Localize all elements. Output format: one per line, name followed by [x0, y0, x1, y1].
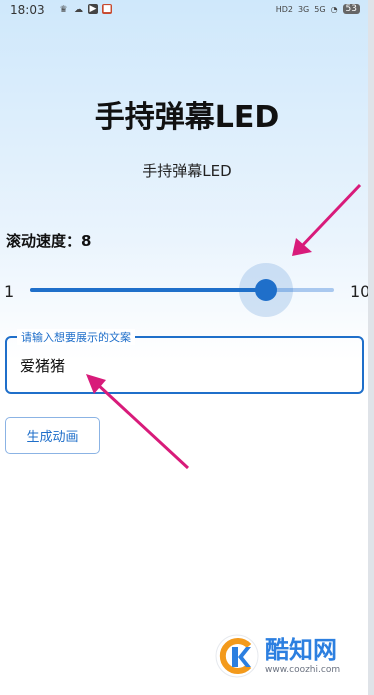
annotation-arrow-input	[86, 374, 190, 470]
screen-edge	[368, 0, 374, 695]
coozhi-logo-icon	[215, 634, 259, 678]
annotation-arrows	[86, 183, 362, 470]
watermark-name: 酷知网	[265, 636, 337, 664]
app-screen: 18:03 ♛ ☁ ▶ ■ HD2 3G 5G ◔ 53 手持弹幕LED 手持弹…	[0, 0, 370, 695]
watermark: 酷知网 www.coozhi.com	[215, 634, 340, 678]
annotation-arrow-slider	[292, 183, 362, 256]
watermark-url: www.coozhi.com	[265, 665, 341, 675]
watermark-text: 酷知网 www.coozhi.com	[265, 637, 340, 675]
